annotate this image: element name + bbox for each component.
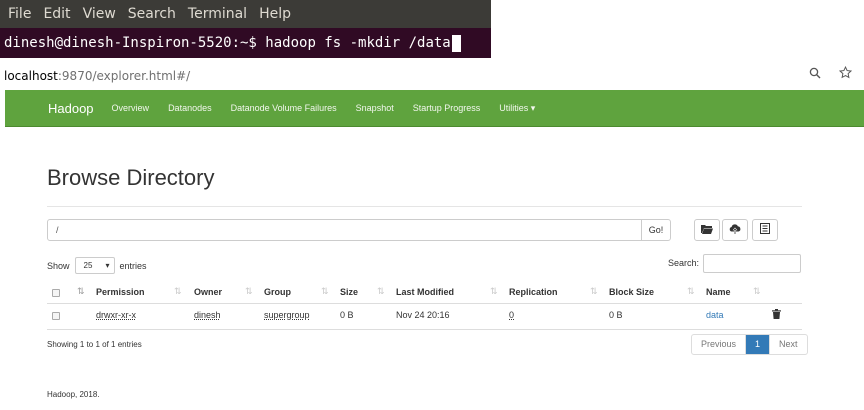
- sort-icon[interactable]: ⇅: [245, 286, 253, 297]
- footer-text: Hadoop, 2018.: [47, 390, 100, 399]
- menu-terminal[interactable]: Terminal: [188, 6, 247, 22]
- url-host: localhost: [4, 69, 58, 83]
- column-block-size[interactable]: Block Size: [609, 287, 654, 297]
- create-directory-button[interactable]: [694, 219, 720, 241]
- sort-icon[interactable]: ⇅: [174, 286, 182, 297]
- next-page-button[interactable]: Next: [770, 335, 807, 354]
- title-divider: [47, 206, 802, 207]
- menu-help[interactable]: Help: [259, 6, 291, 22]
- search-label: Search:: [668, 258, 700, 268]
- trash-icon[interactable]: [772, 309, 781, 321]
- sort-icon[interactable]: ⇅: [377, 286, 385, 297]
- row-checkbox[interactable]: [52, 312, 60, 320]
- column-size[interactable]: Size: [340, 287, 358, 297]
- nav-volume-failures[interactable]: Datanode Volume Failures: [231, 103, 337, 113]
- nav-datanodes[interactable]: Datanodes: [168, 103, 212, 113]
- caret-down-icon: ▾: [105, 261, 110, 270]
- menu-file[interactable]: File: [8, 6, 31, 22]
- page-1-button[interactable]: 1: [746, 335, 771, 354]
- column-permission[interactable]: Permission: [96, 287, 145, 297]
- terminal-cursor: [451, 34, 461, 52]
- cell-block-size: 0 B: [609, 310, 623, 320]
- page-title: Browse Directory: [47, 165, 215, 190]
- pagination: Previous 1 Next: [691, 334, 808, 355]
- search-input[interactable]: [703, 254, 801, 273]
- nav-utilities[interactable]: Utilities ▾: [499, 103, 535, 114]
- cell-size: 0 B: [340, 310, 354, 320]
- select-all-checkbox[interactable]: [52, 289, 60, 297]
- url-text[interactable]: localhost:9870/explorer.html#/: [4, 69, 190, 83]
- sort-icon[interactable]: ⇅: [753, 286, 761, 297]
- sort-asc-icon[interactable]: ⇅: [77, 286, 85, 297]
- terminal-command-line[interactable]: dinesh@dinesh-Inspiron-5520:~$ hadoop fs…: [0, 28, 491, 58]
- hadoop-navbar: Hadoop Overview Datanodes Datanode Volum…: [5, 90, 864, 127]
- menu-view[interactable]: View: [83, 6, 116, 22]
- navbar-brand[interactable]: Hadoop: [48, 101, 94, 116]
- star-icon[interactable]: [838, 65, 853, 82]
- entries-label: entries: [119, 260, 147, 271]
- terminal-window: File Edit View Search Terminal Help dine…: [0, 0, 491, 58]
- column-last-modified[interactable]: Last Modified: [396, 287, 454, 297]
- column-name[interactable]: Name: [706, 287, 731, 297]
- header-divider: [47, 303, 802, 304]
- nav-startup-progress[interactable]: Startup Progress: [413, 103, 481, 113]
- sort-icon[interactable]: ⇅: [490, 286, 498, 297]
- sort-icon[interactable]: ⇅: [687, 286, 695, 297]
- column-replication[interactable]: Replication: [509, 287, 558, 297]
- column-owner[interactable]: Owner: [194, 287, 222, 297]
- list-icon: [760, 221, 770, 239]
- cut-paste-button[interactable]: [752, 219, 778, 241]
- nav-overview[interactable]: Overview: [112, 103, 150, 113]
- sort-icon[interactable]: ⇅: [590, 286, 598, 297]
- previous-page-button[interactable]: Previous: [692, 335, 747, 354]
- cell-name-link[interactable]: data: [706, 310, 724, 320]
- address-bar[interactable]: localhost:9870/explorer.html#/: [0, 62, 864, 90]
- url-path: :9870/explorer.html#/: [57, 69, 191, 83]
- menu-edit[interactable]: Edit: [43, 6, 70, 22]
- row-divider: [47, 329, 802, 330]
- cell-permission[interactable]: drwxr-xr-x: [96, 310, 136, 320]
- terminal-prompt: dinesh@dinesh-Inspiron-5520:~$: [4, 35, 257, 51]
- upload-button[interactable]: [722, 219, 748, 241]
- entries-select[interactable]: 25 ▾: [74, 257, 115, 274]
- entries-length-control: Show 25 ▾ entries: [47, 257, 147, 274]
- table-info: Showing 1 to 1 of 1 entries: [47, 340, 142, 349]
- terminal-command: hadoop fs -mkdir /data: [256, 35, 451, 51]
- go-button[interactable]: Go!: [641, 219, 671, 241]
- folder-open-icon: [701, 221, 713, 239]
- entries-select-value: 25: [83, 261, 93, 270]
- cell-owner[interactable]: dinesh: [194, 310, 221, 320]
- sort-icon[interactable]: ⇅: [321, 286, 329, 297]
- cell-last-modified: Nov 24 20:16: [396, 310, 450, 320]
- menu-search[interactable]: Search: [128, 6, 176, 22]
- cloud-upload-icon: [729, 221, 741, 239]
- zoom-icon[interactable]: [809, 66, 821, 82]
- cell-replication[interactable]: 0: [509, 310, 514, 320]
- column-group[interactable]: Group: [264, 287, 291, 297]
- nav-snapshot[interactable]: Snapshot: [356, 103, 394, 113]
- cell-group[interactable]: supergroup: [264, 310, 310, 320]
- terminal-menubar: File Edit View Search Terminal Help: [0, 0, 491, 28]
- show-label: Show: [47, 260, 70, 271]
- path-input[interactable]: /: [47, 219, 642, 241]
